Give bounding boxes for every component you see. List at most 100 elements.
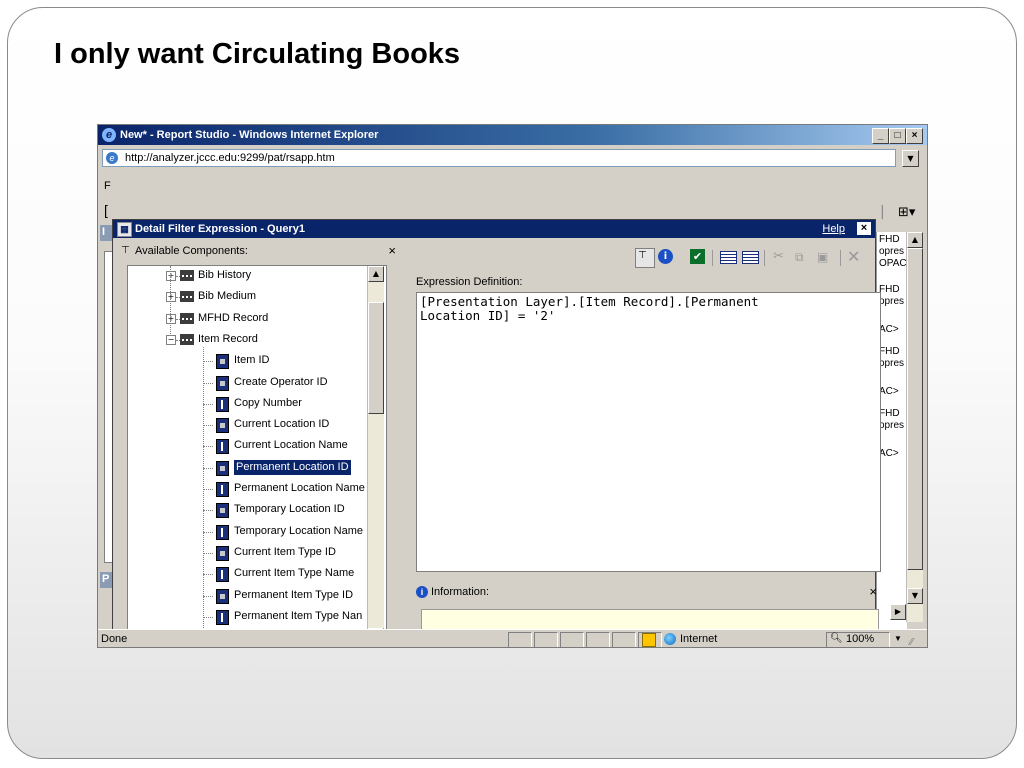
zoom-dropdown-icon[interactable]: ▼: [894, 630, 902, 647]
tree-item[interactable]: Copy Number: [234, 396, 302, 411]
tree-item[interactable]: Temporary Location Name: [234, 524, 363, 539]
address-dropdown-button[interactable]: ▼: [902, 150, 919, 167]
status-text: Done: [101, 633, 128, 645]
status-segment: [508, 632, 532, 647]
help-link[interactable]: Help: [822, 220, 845, 238]
components-close-button[interactable]: ×: [388, 242, 396, 260]
components-label: Available Components:: [135, 245, 248, 257]
tree-item[interactable]: Create Operator ID: [234, 375, 328, 390]
tree-expander-icon[interactable]: −: [166, 334, 176, 345]
slide-title: I only want Circulating Books: [54, 38, 461, 70]
table-layout-icon[interactable]: ⊞▾: [898, 205, 922, 221]
tree-item[interactable]: Permanent Item Type ID: [234, 588, 353, 603]
zoom-icon[interactable]: 🔍︎: [830, 630, 843, 647]
scroll-right-button[interactable]: ▶: [890, 604, 906, 620]
tree-connector: [203, 552, 213, 554]
minimize-button[interactable]: _: [872, 128, 889, 144]
components-header: ⊤ Available Components: ×: [121, 242, 396, 260]
query-subject-icon: [180, 291, 194, 303]
resize-grip-icon[interactable]: ⁄⁄: [910, 634, 913, 647]
text-field-icon: [216, 482, 229, 497]
expression-editor[interactable]: [Presentation Layer].[Item Record].[Perm…: [416, 292, 881, 572]
tree-item[interactable]: Permanent Location Name: [234, 481, 365, 496]
key-field-icon: [216, 354, 229, 370]
close-button[interactable]: ×: [906, 128, 923, 144]
tree-item[interactable]: Current Item Type ID: [234, 545, 336, 560]
tree-connector: [203, 346, 204, 646]
validate-icon[interactable]: ✔: [689, 248, 707, 266]
tree-view-icon[interactable]: ⊤: [635, 248, 655, 268]
address-bar: e http://analyzer.jccc.edu:9299/pat/rsap…: [98, 147, 927, 169]
dialog-title-bar: ▦ Detail Filter Expression - Query1 Help…: [113, 220, 875, 238]
tree-item[interactable]: Temporary Location ID: [234, 502, 345, 517]
tree-expander-icon[interactable]: +: [166, 313, 176, 324]
tree-item[interactable]: Bib History: [198, 268, 251, 283]
key-field-icon: [216, 588, 229, 604]
tree-scrollbar[interactable]: ▲ ▼: [367, 266, 384, 644]
tree-connector: [203, 361, 213, 363]
delete-icon[interactable]: ✕: [847, 248, 865, 266]
tree-item[interactable]: Current Location ID: [234, 417, 329, 432]
dialog-close-button[interactable]: ×: [857, 222, 871, 235]
tree-item[interactable]: Permanent Item Type Nan: [234, 609, 362, 624]
bg-right-scrollbar[interactable]: ▲ ▼: [906, 232, 923, 622]
insert-before-icon[interactable]: [719, 248, 737, 266]
detail-filter-dialog: ▦ Detail Filter Expression - Query1 Help…: [112, 219, 881, 647]
zoom-level[interactable]: 100%: [846, 630, 874, 647]
tree-connector: [203, 382, 213, 384]
tree-icon: ⊤: [121, 245, 130, 256]
address-url: http://analyzer.jccc.edu:9299/pat/rsapp.…: [125, 152, 335, 164]
tree-connector: [203, 489, 213, 490]
tree-item[interactable]: Item Record: [198, 332, 258, 347]
bg-letter: F: [104, 180, 111, 192]
tree-item[interactable]: Permanent Location ID: [234, 459, 351, 475]
components-tree: + Bib History + Bib Medium + MFHD Record − Item…: [127, 265, 387, 647]
scroll-up-button[interactable]: ▲: [907, 232, 923, 248]
security-zone: Internet: [680, 633, 718, 645]
status-segment: [612, 632, 636, 647]
scroll-down-button[interactable]: ▼: [907, 588, 923, 604]
key-field-icon: [216, 460, 229, 476]
filter-icon: ▦: [117, 222, 132, 237]
tree-expander-icon[interactable]: +: [166, 292, 176, 303]
browser-window: e New* - Report Studio - Windows Interne…: [97, 124, 928, 648]
cut-icon[interactable]: ✂: [773, 248, 791, 266]
info-icon: i: [416, 586, 428, 598]
tree-connector: [203, 467, 213, 469]
tree-scroll-up-button[interactable]: ▲: [368, 266, 384, 282]
insert-after-icon[interactable]: [741, 248, 759, 266]
bg-tab: I: [100, 225, 112, 241]
information-close-button[interactable]: ×: [869, 584, 877, 600]
copy-icon[interactable]: ⧉: [795, 248, 813, 266]
maximize-button[interactable]: □: [889, 128, 906, 144]
tree-item[interactable]: Current Location Name: [234, 438, 348, 453]
address-input[interactable]: e http://analyzer.jccc.edu:9299/pat/rsap…: [102, 149, 896, 167]
globe-icon: [664, 633, 676, 645]
text-field-icon: [216, 396, 229, 412]
text-field-icon: [216, 609, 229, 625]
expression-definition-label: Expression Definition:: [416, 276, 523, 288]
tree-connector: [203, 510, 213, 512]
tree-item[interactable]: Current Item Type Name: [234, 566, 354, 581]
tree-item[interactable]: Item ID: [234, 353, 269, 368]
status-bar: Done Internet 🔍︎ 100% ▼ ⁄⁄: [98, 629, 927, 647]
protected-mode-icon: [642, 633, 656, 647]
browser-title: New* - Report Studio - Windows Internet …: [120, 129, 379, 141]
scroll-thumb[interactable]: [907, 248, 923, 570]
dialog-title: Detail Filter Expression - Query1: [135, 223, 305, 235]
information-header: i Information: ×: [416, 584, 881, 600]
key-field-icon: [216, 418, 229, 434]
tree-connector: [203, 616, 213, 618]
tree-scroll-thumb[interactable]: [368, 302, 384, 414]
tree-item[interactable]: Bib Medium: [198, 289, 256, 304]
tree-expander-icon[interactable]: +: [166, 271, 176, 281]
bg-toolbar-icons: |: [880, 204, 885, 220]
tree-item[interactable]: MFHD Record: [198, 311, 268, 326]
bg-tab: P: [100, 572, 112, 588]
key-field-icon: [216, 375, 229, 391]
status-segment: [534, 632, 558, 647]
tree-connector: [203, 446, 213, 448]
information-icon[interactable]: i: [657, 248, 675, 266]
report-studio-background: F [ I P | ⊞▾ FHD opres OPAC FHD opres AC…: [98, 169, 927, 647]
paste-icon[interactable]: ▣: [817, 248, 835, 266]
